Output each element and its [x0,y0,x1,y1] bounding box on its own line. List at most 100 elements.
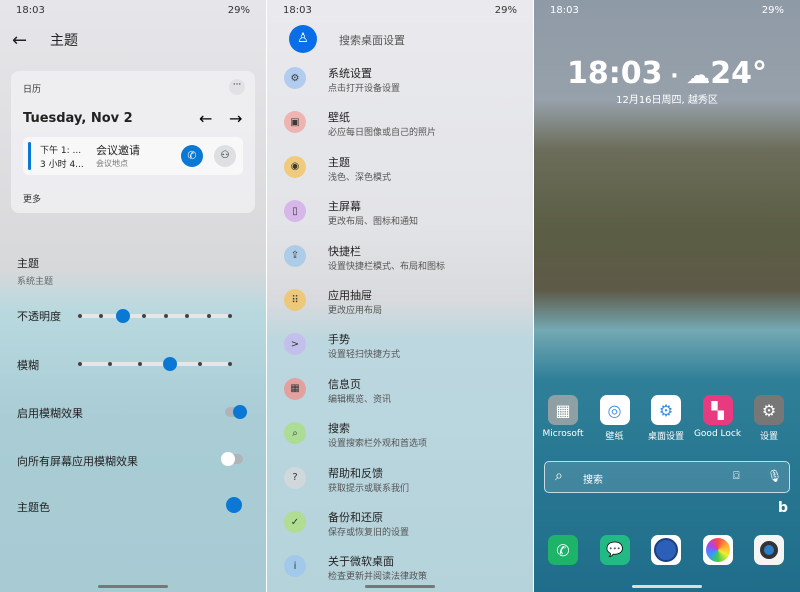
phone-icon[interactable]: ✆ [181,145,203,167]
more-link[interactable]: 更多 [23,192,41,205]
item-title: 手势 [328,333,350,347]
item-subtitle: 设置搜索栏外观和首选项 [328,439,428,450]
item-subtitle: 更改布局、图标和通知 [328,217,419,228]
toggle-knob [233,405,247,419]
opacity-slider[interactable] [78,309,232,323]
app-label: 壁纸 [605,432,624,442]
app-shortcut[interactable]: ⚙ 设置 [744,395,794,442]
app-shortcut[interactable]: ⚙ 桌面设置 [641,395,691,442]
theme-settings-screen: 18:03 29% ← 主题 日历 ··· Tuesday, Nov 2 ← → … [0,0,266,592]
setting-value: 系统主题 [17,277,54,287]
nav-handle[interactable] [365,585,435,588]
next-arrow-icon[interactable]: → [229,109,242,128]
grid-icon: ⠿ [284,289,306,311]
back-arrow-icon[interactable]: ← [12,30,27,51]
toggle-knob [221,452,235,466]
settings-item[interactable]: ⌕ 搜索 设置搜索栏外观和首选项 [267,420,533,460]
calendar-event[interactable]: 下午 1: ... 3 小时 4... 会议邀请 会议地点 ✆ ⚇ [23,137,243,175]
phone-icon: ▯ [284,200,306,223]
search-header[interactable]: ♙ 搜索桌面设置 [267,22,533,58]
slider-stop [142,314,147,318]
settings-item[interactable]: ▦ 信息页 编辑概览、资讯 [267,376,533,416]
status-bar: 18:03 29% [550,5,784,19]
image-icon: ▣ [284,111,306,134]
settings-item[interactable]: ▣ 壁纸必应每日图像或自己的照片 [267,109,533,149]
slider-thumb[interactable] [115,309,130,323]
microsoft-folder-icon: ▦ [548,395,578,425]
settings-item[interactable]: > 手势 设置轻扫快捷方式 [267,331,533,371]
item-title: 帮助和反馈 [328,466,383,480]
calendar-widget-preview: 日历 ··· Tuesday, Nov 2 ← → 下午 1: ... 3 小时… [11,71,255,213]
settings-item[interactable]: ⠿ 应用抽屉 更改应用布局 [267,287,533,327]
launcher-settings-app-icon: ⚙ [651,395,681,425]
app-shortcut[interactable]: ▚ Good Lock [693,395,743,439]
slider-stop [78,362,82,366]
event-title: 会议邀请 [96,144,140,157]
page-title: 主题 [50,33,78,49]
gallery-app-icon[interactable] [703,535,733,565]
enable-blur-toggle[interactable] [225,405,247,419]
date-location: 12月16日周四, 越秀区 [616,95,718,106]
browser-app-icon[interactable] [651,535,681,565]
slider-stop [78,314,82,318]
status-time: 18:03 [16,5,45,16]
settings-item[interactable]: ? 帮助和反馈 获取提示或联系我们 [267,465,533,505]
account-avatar-icon[interactable]: ♙ [289,25,317,53]
blur-all-toggle[interactable] [221,452,243,466]
feed-icon: ▦ [284,377,306,400]
slider-stop [198,362,202,366]
theme-mode-setting[interactable]: 主题 系统主题 [17,255,53,287]
search-bar[interactable]: ⌕ 搜索 ⌼ 🎙 [544,461,790,493]
wallpaper-app-icon: ◎ [599,395,630,425]
accent-color-swatch[interactable] [226,497,242,513]
more-options-icon[interactable]: ··· [229,79,245,95]
battery-level: 29% [494,5,517,16]
event-time: 下午 1: ... [40,146,82,156]
app-shortcut[interactable]: ◎ 壁纸 [590,395,640,442]
item-title: 信息页 [328,377,361,391]
help-icon: ? [284,466,306,489]
item-title: 主题 [328,155,350,169]
good-lock-app-icon: ▚ [702,395,733,425]
settings-item[interactable]: ⚙ 系统设置点击打开设备设置 [267,65,533,105]
visual-search-icon[interactable]: ⌼ [733,469,740,483]
clock-weather-widget[interactable]: 18:03 · ☁24° [534,56,800,91]
settings-item[interactable]: ◉ 主题 浅色、深色模式 [267,154,533,194]
backup-icon: ✓ [284,511,306,533]
people-icon[interactable]: ⚇ [214,145,236,167]
clock-time: 18:03 [567,56,663,91]
bing-icon[interactable]: b [778,500,788,516]
header: ← 主题 [0,22,266,58]
battery-level: 29% [761,5,784,16]
search-icon: ⌕ [555,468,563,484]
settings-item[interactable]: ✓ 备份和还原 保存或恢复旧的设置 [267,509,533,549]
launcher-settings-screen: 18:03 29% ♙ 搜索桌面设置 ⚙ 系统设置点击打开设备设置 ▣ 壁纸必应每日图像… [267,0,533,592]
app-shortcut[interactable]: ▦ Microsoft [538,395,588,439]
status-time: 18:03 [283,5,312,16]
phone-app-icon[interactable]: ✆ [548,535,578,565]
settings-item[interactable]: ⇪ 快捷栏 设置快捷栏模式、布局和图标 [267,243,533,283]
settings-item[interactable]: ▯ 主屏幕更改布局、图标和通知 [267,198,533,238]
search-icon: ⌕ [284,422,306,445]
nav-handle[interactable] [98,585,168,588]
item-title: 主屏幕 [328,200,361,214]
messages-app-icon[interactable]: 💬 [600,535,630,565]
slider-stop [228,314,232,318]
gear-icon: ⚙ [284,67,306,89]
info-icon: i [284,555,306,578]
blur-slider[interactable] [78,357,232,371]
opacity-label: 不透明度 [17,310,61,323]
item-subtitle: 必应每日图像或自己的照片 [328,128,437,139]
item-subtitle: 点击打开设备设置 [328,84,401,94]
app-label: Good Lock [693,429,742,439]
slider-thumb[interactable] [163,357,177,371]
microphone-icon[interactable]: 🎙 [767,469,782,483]
battery-level: 29% [227,5,250,16]
item-title: 系统设置 [328,67,372,80]
settings-search-input[interactable]: 搜索桌面设置 [339,32,405,48]
prev-arrow-icon[interactable]: ← [199,109,212,128]
nav-handle[interactable] [632,585,702,588]
camera-app-icon[interactable] [754,535,784,565]
item-subtitle: 保存或恢复旧的设置 [328,528,410,538]
item-title: 壁纸 [328,111,350,125]
